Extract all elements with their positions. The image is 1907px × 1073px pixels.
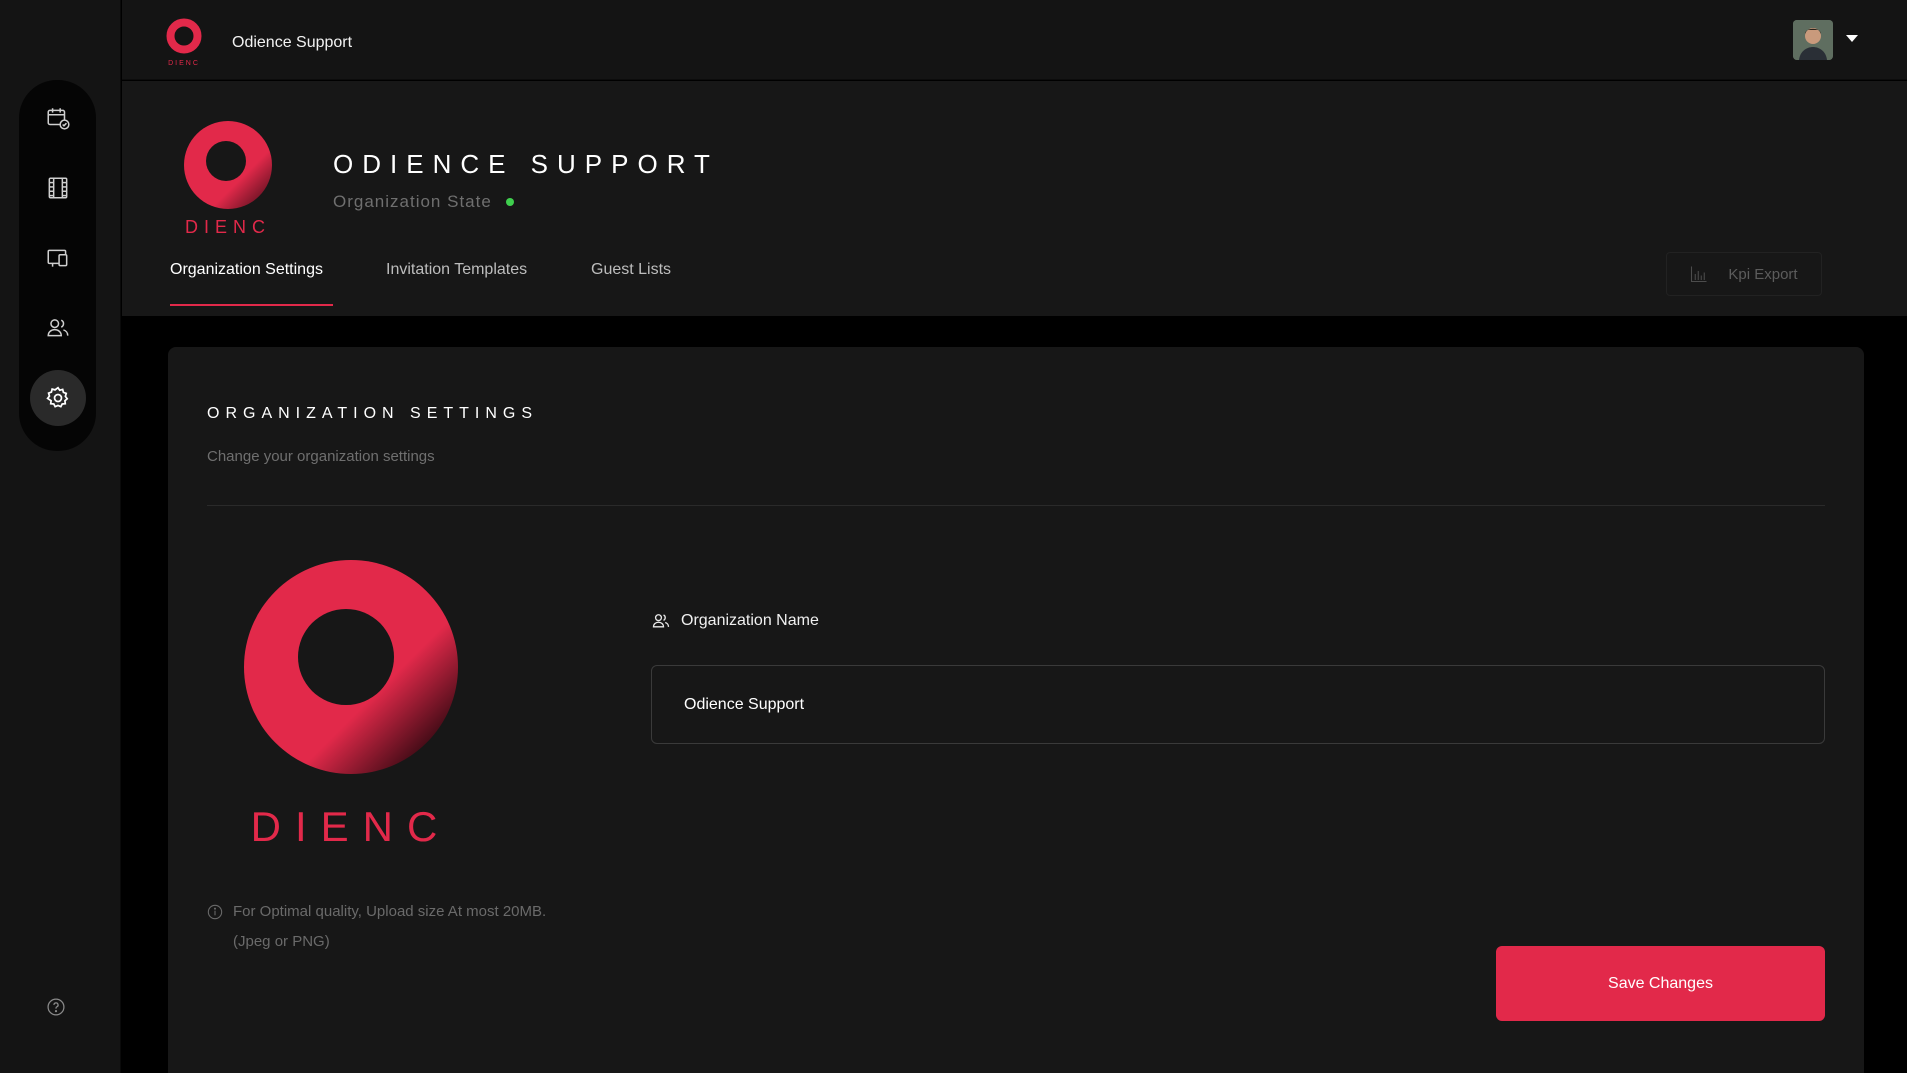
- tab-guest-lists[interactable]: Guest Lists: [591, 261, 671, 307]
- sidebar: [0, 0, 121, 1073]
- avatar[interactable]: [1793, 20, 1833, 60]
- kpi-export-label: Kpi Export: [1728, 265, 1798, 283]
- organization-name-input[interactable]: [651, 665, 1825, 744]
- sidebar-item-events[interactable]: [30, 90, 86, 146]
- logo-wordmark: DIENC: [168, 60, 200, 67]
- upload-logo-wordmark: DIENC: [251, 803, 452, 849]
- top-bar: DIENC Odience Support: [122, 0, 1907, 80]
- organization-name-label: Organization Name: [651, 611, 819, 631]
- tab-invitation-templates[interactable]: Invitation Templates: [386, 261, 527, 307]
- sidebar-item-devices[interactable]: [30, 230, 86, 286]
- sidebar-item-settings[interactable]: [29, 370, 86, 426]
- org-logo-upload[interactable]: DIENC: [241, 559, 461, 849]
- org-header: DIENC ODIENCE SUPPORT Organization State…: [122, 81, 1907, 316]
- odience-logo-icon[interactable]: DIENC: [164, 17, 204, 67]
- section-title: ORGANIZATION SETTINGS: [207, 405, 539, 422]
- status-dot: [505, 198, 514, 206]
- chevron-down-icon[interactable]: [1846, 35, 1858, 42]
- org-state-label: Organization State: [333, 192, 492, 211]
- organization-name-label-text: Organization Name: [681, 612, 819, 629]
- info-icon: [207, 904, 223, 920]
- help-button[interactable]: [44, 995, 68, 1019]
- org-logo: DIENC: [184, 121, 272, 236]
- gear-icon: [45, 386, 68, 408]
- settings-card: ORGANIZATION SETTINGS Change your organi…: [168, 347, 1864, 1073]
- bar-chart-icon: [1691, 266, 1707, 283]
- upload-hint: For Optimal quality, Upload size At most…: [207, 897, 547, 957]
- sidebar-nav: [19, 80, 96, 451]
- save-changes-button[interactable]: Save Changes: [1496, 946, 1825, 1021]
- film-strip-icon: [48, 177, 67, 199]
- sidebar-item-users[interactable]: [30, 300, 86, 356]
- help-circle-icon: [47, 998, 65, 1016]
- devices-icon: [46, 249, 67, 267]
- kpi-export-button[interactable]: Kpi Export: [1666, 252, 1822, 296]
- upload-hint-text: For Optimal quality, Upload size At most…: [233, 903, 547, 950]
- users-icon: [652, 614, 670, 628]
- users-icon: [46, 319, 69, 337]
- tab-organization-settings[interactable]: Organization Settings: [170, 261, 333, 307]
- sidebar-item-media[interactable]: [30, 160, 86, 216]
- page-title: ODIENCE SUPPORT: [333, 149, 719, 179]
- app-title: Odience Support: [232, 34, 353, 51]
- divider: [207, 505, 1825, 506]
- org-logo-wordmark: DIENC: [185, 217, 271, 236]
- section-subtitle: Change your organization settings: [207, 448, 435, 465]
- calendar-check-icon: [46, 108, 70, 130]
- avatar-image: [1793, 20, 1833, 60]
- org-state: Organization State: [333, 192, 514, 212]
